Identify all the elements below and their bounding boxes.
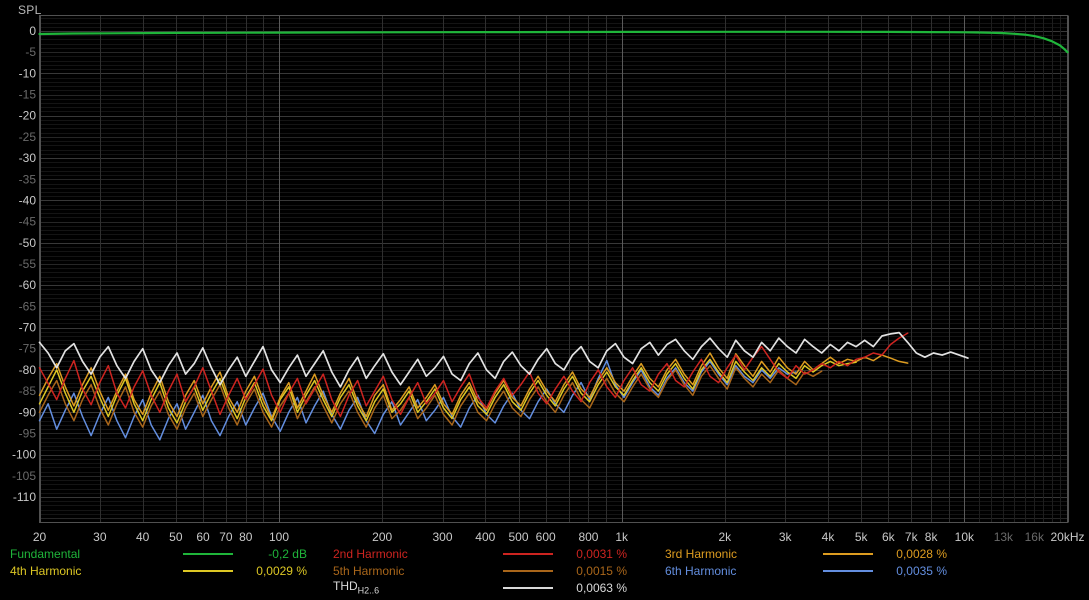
y-tick-label: -30 (19, 151, 37, 165)
y-tick-label: -45 (19, 215, 37, 229)
y-tick-label: -105 (12, 469, 36, 483)
x-tick-label: 300 (432, 530, 452, 544)
legend-value: 0,0031 % (553, 547, 627, 561)
legend-value: 0,0035 % (873, 564, 947, 578)
x-tick-label: 40 (136, 530, 150, 544)
y-tick-label: -25 (19, 130, 37, 144)
legend-value: -0,2 dB (233, 547, 307, 561)
legend-column-left: Fundamental -0,2 dB 4th Harmonic 0,0029 … (10, 545, 307, 579)
horizontal-gridlines (40, 19, 1068, 519)
legend-label: 2nd Harmonic (333, 547, 503, 561)
legend-column-middle: 2nd Harmonic 0,0031 % 5th Harmonic 0,001… (333, 545, 627, 596)
y-tick-label: -20 (19, 109, 37, 123)
legend-line-swatch (823, 570, 873, 572)
y-tick-label: -5 (25, 45, 36, 59)
legend-label: 3rd Harmonic (665, 547, 823, 561)
x-tick-label: 10k (955, 530, 975, 544)
x-tick-label: 200 (372, 530, 392, 544)
y-tick-label: -85 (19, 384, 37, 398)
legend-item-4th-harmonic[interactable]: 4th Harmonic 0,0029 % (10, 562, 307, 579)
spl-chart-plot-area[interactable]: 0 -5 -10 -15 -20 -25 -30 -35 -40 -45 -50 -55 -60 -65 -… (0, 0, 1089, 545)
legend-label: 4th Harmonic (10, 564, 183, 578)
x-tick-label: 20kHz (1050, 530, 1084, 544)
legend-line-swatch (503, 587, 553, 589)
y-tick-label: -50 (19, 236, 37, 250)
legend-value: 0,0063 % (553, 581, 627, 595)
legend-line-swatch (503, 553, 553, 555)
x-axis-labels: 20 30 40 50 60 70 80 100 200 300 400 500 600 800 1k 2k 3… (33, 530, 1085, 544)
x-tick-label: 2k (718, 530, 732, 544)
x-tick-label: 7k (905, 530, 919, 544)
y-tick-label: -15 (19, 88, 37, 102)
x-tick-label: 800 (578, 530, 598, 544)
x-tick-label: 30 (93, 530, 107, 544)
legend-column-right: 3rd Harmonic 0,0028 % 6th Harmonic 0,003… (665, 545, 947, 579)
legend-label: Fundamental (10, 547, 183, 561)
legend-label: 6th Harmonic (665, 564, 823, 578)
x-tick-label: 6k (882, 530, 896, 544)
y-tick-label: -110 (13, 490, 36, 504)
legend-item-3rd-harmonic[interactable]: 3rd Harmonic 0,0028 % (665, 545, 947, 562)
x-tick-label: 50 (169, 530, 183, 544)
legend-item-2nd-harmonic[interactable]: 2nd Harmonic 0,0031 % (333, 545, 627, 562)
y-tick-label: -80 (19, 363, 37, 377)
legend-line-swatch (183, 553, 233, 555)
legend-item-5th-harmonic[interactable]: 5th Harmonic 0,0015 % (333, 562, 627, 579)
y-tick-label: -100 (12, 448, 36, 462)
y-tick-label: -10 (19, 66, 37, 80)
x-tick-label: 80 (239, 530, 253, 544)
x-tick-label: 100 (269, 530, 289, 544)
y-tick-label: -40 (19, 193, 37, 207)
legend-line-swatch (183, 570, 233, 572)
x-tick-label: 70 (219, 530, 233, 544)
x-tick-label: 13k (994, 530, 1014, 544)
spl-graph-panel: SPL 0-5-10-15-20-25-30-35-40-45-50-55-60… (0, 0, 1089, 600)
legend-item-thd[interactable]: THDH2..6 0,0063 % (333, 579, 627, 596)
legend-line-swatch (503, 570, 553, 572)
y-tick-label: -70 (19, 321, 37, 335)
x-tick-label: 500 (509, 530, 529, 544)
y-tick-label: -65 (19, 299, 37, 313)
y-tick-label: -55 (19, 257, 37, 271)
x-tick-label: 5k (855, 530, 869, 544)
y-tick-label: -60 (19, 278, 37, 292)
x-tick-label: 3k (779, 530, 793, 544)
x-tick-label: 4k (822, 530, 836, 544)
y-tick-label: -95 (19, 426, 37, 440)
legend-label: 5th Harmonic (333, 564, 503, 578)
legend-value: 0,0029 % (233, 564, 307, 578)
y-tick-label: -35 (19, 172, 37, 186)
x-tick-label: 20 (33, 530, 47, 544)
legend-value: 0,0015 % (553, 564, 627, 578)
legend-value: 0,0028 % (873, 547, 947, 561)
legend-item-6th-harmonic[interactable]: 6th Harmonic 0,0035 % (665, 562, 947, 579)
x-tick-label: 60 (196, 530, 210, 544)
y-axis-labels: 0 -5 -10 -15 -20 -25 -30 -35 -40 -45 -50 -55 -60 -65 -… (12, 24, 36, 504)
x-tick-label: 600 (536, 530, 556, 544)
legend-line-swatch (823, 553, 873, 555)
series-path-fundamental (40, 32, 1068, 52)
y-tick-label: 0 (29, 24, 36, 38)
y-tick-label: -90 (19, 405, 37, 419)
legend-item-fundamental[interactable]: Fundamental -0,2 dB (10, 545, 307, 562)
y-tick-label: -75 (19, 342, 37, 356)
x-tick-label: 400 (475, 530, 495, 544)
x-tick-label: 8k (925, 530, 939, 544)
x-tick-label: 16k (1025, 530, 1045, 544)
x-tick-label: 1k (615, 530, 629, 544)
legend-label: THDH2..6 (333, 579, 503, 595)
